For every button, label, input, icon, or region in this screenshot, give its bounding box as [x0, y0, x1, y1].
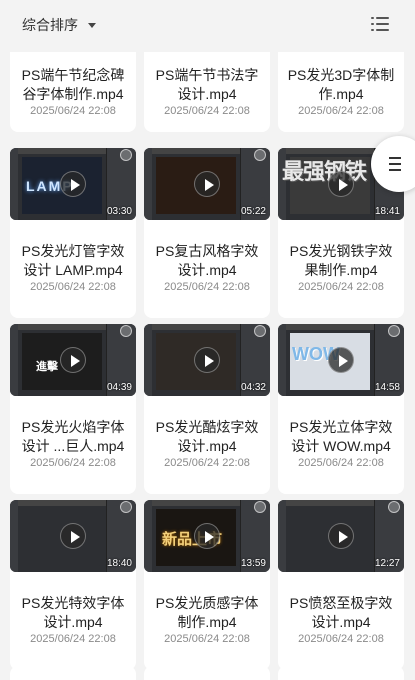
video-thumbnail[interactable]: 新品上市 13:59 [144, 500, 270, 572]
video-thumbnail[interactable]: WOW 14:58 [278, 324, 404, 396]
video-card[interactable]: PS端午节纪念碑谷字体制作.mp4 2025/06/24 22:08 [10, 52, 136, 132]
duration-label: 12:27 [374, 558, 400, 569]
play-icon[interactable] [194, 523, 220, 549]
select-checkbox[interactable] [254, 325, 266, 337]
duration-label: 03:30 [106, 206, 132, 217]
caret-down-icon [88, 22, 96, 28]
sort-dropdown[interactable]: 综合排序 [22, 15, 96, 35]
select-checkbox[interactable] [120, 325, 132, 337]
video-date: 2025/06/24 22:08 [164, 281, 250, 293]
video-card[interactable]: LAMP 03:30 PS发光灯管字效设计 LAMP.mp4 2025/06/24 2… [10, 148, 136, 318]
play-icon[interactable] [194, 347, 220, 373]
select-checkbox[interactable] [254, 501, 266, 513]
duration-label: 04:32 [240, 382, 266, 393]
select-checkbox[interactable] [120, 501, 132, 513]
video-title: PS发光酷炫字效设计.mp4 [155, 419, 259, 454]
video-date: 2025/06/24 22:08 [30, 281, 116, 293]
video-thumbnail[interactable]: LAMP 03:30 [10, 148, 136, 220]
video-card[interactable]: PS发光3D字体制作.mp4 2025/06/24 22:08 [278, 52, 404, 132]
video-thumbnail[interactable]: 12:27 [278, 500, 404, 572]
thumbnail-artwork-text: 進擊 [36, 361, 58, 373]
duration-label: 04:39 [106, 382, 132, 393]
video-card[interactable]: WOW 14:58 PS发光立体字效设计 WOW.mp4 2025/06/24 22:… [278, 324, 404, 494]
video-title: PS端午节纪念碑谷字体制作.mp4 [21, 67, 125, 102]
video-title: PS发光立体字效设计 WOW.mp4 [289, 419, 393, 454]
video-date: 2025/06/24 22:08 [30, 105, 116, 117]
video-title: PS发光火焰字体设计 ...巨人.mp4 [21, 419, 125, 454]
duration-label: 13:59 [240, 558, 266, 569]
duration-label: 05:22 [240, 206, 266, 217]
video-date: 2025/06/24 22:08 [298, 457, 384, 469]
select-checkbox[interactable] [388, 501, 400, 513]
duration-label: 18:41 [374, 206, 400, 217]
video-title: PS发光灯管字效设计 LAMP.mp4 [21, 243, 125, 278]
video-title: PS发光特效字体设计.mp4 [21, 595, 125, 630]
video-card-partial[interactable] [10, 666, 136, 680]
video-thumbnail[interactable]: 05:22 [144, 148, 270, 220]
play-icon[interactable] [60, 347, 86, 373]
play-icon[interactable] [60, 523, 86, 549]
play-icon[interactable] [328, 171, 354, 197]
video-grid: PS端午节纪念碑谷字体制作.mp4 2025/06/24 22:08 PS端午节书法… [0, 52, 415, 680]
video-thumbnail[interactable]: 進擊 04:39 [10, 324, 136, 396]
video-card[interactable]: 進擊 04:39 PS发光火焰字体设计 ...巨人.mp4 2025/06/24 22… [10, 324, 136, 494]
video-date: 2025/06/24 22:08 [298, 633, 384, 645]
duration-label: 18:40 [106, 558, 132, 569]
select-checkbox[interactable] [120, 149, 132, 161]
list-view-icon[interactable] [371, 17, 389, 31]
video-card[interactable]: 新品上市 13:59 PS发光质感字体制作.mp4 2025/06/24 22:08 [144, 500, 270, 670]
play-icon[interactable] [328, 347, 354, 373]
video-card[interactable]: 05:22 PS复古风格字效设计.mp4 2025/06/24 22:08 [144, 148, 270, 318]
video-card[interactable]: PS端午节书法字设计.mp4 2025/06/24 22:08 [144, 52, 270, 132]
video-date: 2025/06/24 22:08 [164, 633, 250, 645]
play-icon[interactable] [194, 171, 220, 197]
play-icon[interactable] [60, 171, 86, 197]
video-card[interactable]: 04:32 PS发光酷炫字效设计.mp4 2025/06/24 22:08 [144, 324, 270, 494]
video-card[interactable]: 12:27 PS愤怒至极字效设计.mp4 2025/06/24 22:08 [278, 500, 404, 670]
video-title: PS发光质感字体制作.mp4 [155, 595, 259, 630]
video-title: PS复古风格字效设计.mp4 [155, 243, 259, 278]
video-date: 2025/06/24 22:08 [164, 105, 250, 117]
video-title: PS端午节书法字设计.mp4 [155, 67, 259, 102]
video-title: PS发光钢铁字效果制作.mp4 [289, 243, 393, 278]
video-title: PS愤怒至极字效设计.mp4 [289, 595, 393, 630]
video-card[interactable]: 18:40 PS发光特效字体设计.mp4 2025/06/24 22:08 [10, 500, 136, 670]
video-date: 2025/06/24 22:08 [298, 105, 384, 117]
top-bar: 综合排序 [0, 0, 415, 52]
play-icon[interactable] [328, 523, 354, 549]
video-thumbnail[interactable]: 18:40 [10, 500, 136, 572]
video-card-partial[interactable] [278, 666, 404, 680]
video-date: 2025/06/24 22:08 [298, 281, 384, 293]
video-date: 2025/06/24 22:08 [30, 633, 116, 645]
video-date: 2025/06/24 22:08 [30, 457, 116, 469]
video-title: PS发光3D字体制作.mp4 [287, 67, 395, 102]
sort-label: 综合排序 [22, 17, 78, 33]
video-thumbnail[interactable]: 04:32 [144, 324, 270, 396]
video-date: 2025/06/24 22:08 [164, 457, 250, 469]
duration-label: 14:58 [374, 382, 400, 393]
select-checkbox[interactable] [388, 325, 400, 337]
video-card-partial[interactable] [144, 666, 270, 680]
select-checkbox[interactable] [254, 149, 266, 161]
